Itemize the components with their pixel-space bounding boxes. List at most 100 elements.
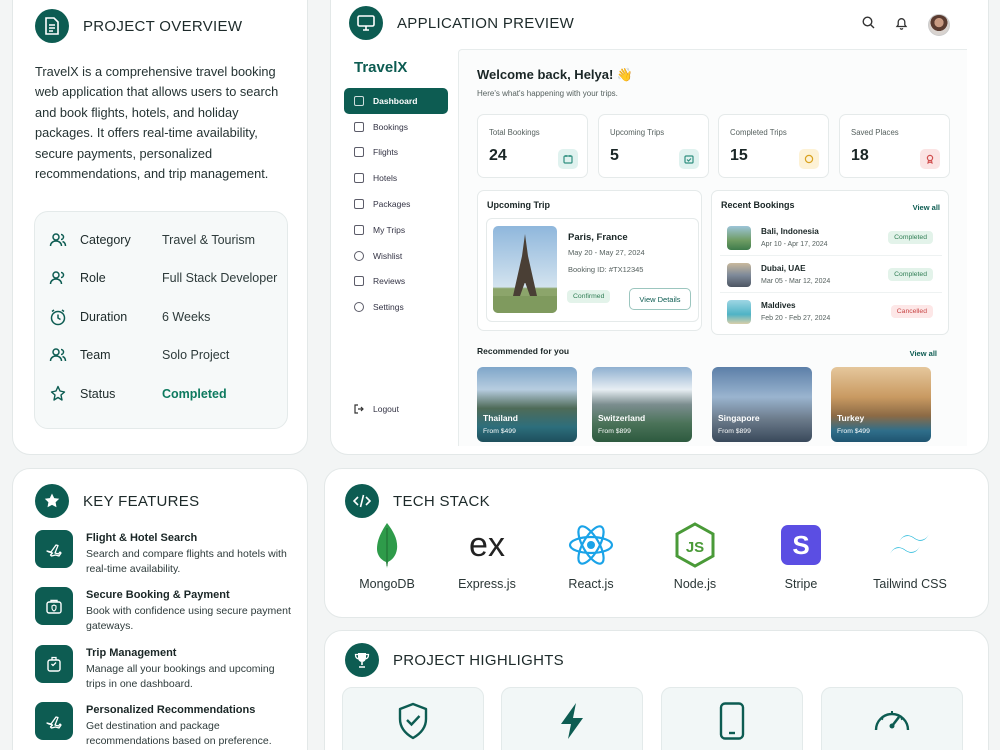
trip-dates: May 20 - May 27, 2024	[568, 248, 645, 257]
stat-saved-places[interactable]: Saved Places 18	[839, 114, 950, 178]
stat-value: 5	[610, 147, 619, 164]
recommendation-name: Singapore	[718, 413, 760, 423]
trip-city: Paris, France	[568, 232, 628, 243]
overview-header: PROJECT OVERVIEW	[35, 9, 242, 43]
welcome-heading: Welcome back, Helya! 👋	[477, 67, 634, 82]
feature-title: Personalized Recommendations	[86, 704, 256, 716]
users-icon	[48, 230, 68, 250]
monitor-icon	[349, 6, 383, 40]
tech-label: Express.js	[458, 577, 516, 591]
app-sidebar: TravelX Dashboard Bookings Flights Hotel…	[341, 49, 458, 446]
project-overview-card: PROJECT OVERVIEW TravelX is a comprehens…	[12, 0, 308, 455]
recommendation-card[interactable]: Singapore From $899	[712, 367, 812, 442]
nav-item-dashboard[interactable]: Dashboard	[344, 88, 448, 114]
info-label: Duration	[80, 310, 128, 324]
nav-item-bookings[interactable]: Bookings	[344, 114, 448, 140]
nav-label: Wishlist	[373, 250, 403, 261]
recommendation-card[interactable]: Thailand From $499	[477, 367, 577, 442]
stat-label: Total Bookings	[489, 128, 540, 137]
trip-booking-id: Booking ID: #TX12345	[568, 265, 644, 274]
tech-label: MongoDB	[359, 577, 415, 591]
nav-label: Packages	[373, 199, 411, 210]
badge-icon	[799, 149, 819, 169]
welcome-subtitle: Here's what's happening with your trips.	[477, 89, 618, 98]
stat-completed-trips[interactable]: Completed Trips 15	[718, 114, 829, 178]
nav-item-my-trips[interactable]: My Trips	[344, 217, 448, 243]
upcoming-trip-card[interactable]: Paris, France May 20 - May 27, 2024 Book…	[486, 218, 699, 322]
booking-row[interactable]: Dubai, UAE Mar 05 - Mar 12, 2024 Complet…	[720, 257, 942, 293]
plane-icon	[35, 702, 73, 740]
lightning-icon	[561, 703, 583, 739]
highlights-header: PROJECT HIGHLIGHTS	[345, 643, 564, 677]
svg-text:JS: JS	[686, 539, 704, 556]
nav-label: Hotels	[373, 173, 398, 184]
star-icon	[35, 484, 69, 518]
booking-dates: Mar 05 - Mar 12, 2024	[761, 278, 831, 285]
secure-bag-icon	[35, 587, 73, 625]
nav-label: Settings	[373, 302, 404, 313]
document-icon	[35, 9, 69, 43]
pin-icon	[920, 149, 940, 169]
gear-icon	[354, 302, 364, 313]
calendar-icon	[558, 149, 578, 169]
feature-title: Trip Management	[86, 647, 177, 659]
project-info-box: Category Travel & Tourism Role Full Stac…	[34, 211, 288, 429]
nav-label: My Trips	[373, 224, 406, 235]
project-highlights-card: PROJECT HIGHLIGHTS	[324, 630, 989, 750]
feature-description: Manage all your bookings and upcoming tr…	[86, 663, 275, 690]
nav-item-packages[interactable]: Packages	[344, 191, 448, 217]
bookings-icon	[354, 121, 364, 132]
nav-item-settings[interactable]: Settings	[344, 294, 448, 320]
nav-item-wishlist[interactable]: Wishlist	[344, 243, 448, 269]
tech-label: Stripe	[784, 577, 818, 591]
user-avatar[interactable]	[928, 14, 950, 36]
highlight-performance	[821, 687, 963, 750]
nav-item-hotels[interactable]: Hotels	[344, 165, 448, 191]
mongodb-icon	[363, 521, 411, 569]
tech-stack-card: TECH STACK MongoDB ex Express.js React.j…	[324, 468, 989, 618]
booking-status-badge: Cancelled	[890, 305, 933, 318]
booking-row[interactable]: Maldives Feb 20 - Feb 27, 2024 Cancelled	[720, 294, 942, 330]
chat-icon	[354, 276, 364, 287]
preview-header: APPLICATION PREVIEW	[349, 6, 574, 40]
nav-item-flights[interactable]: Flights	[344, 140, 448, 166]
booking-dates: Feb 20 - Feb 27, 2024	[761, 315, 831, 322]
recommendation-card[interactable]: Turkey From $499	[831, 367, 931, 442]
logout-icon	[354, 404, 364, 414]
info-value: Full Stack Developer	[162, 271, 278, 285]
nav-item-reviews[interactable]: Reviews	[344, 269, 448, 295]
status-icon	[48, 384, 68, 404]
calendar-check-icon	[679, 149, 699, 169]
recent-view-all-link[interactable]: View all	[913, 203, 940, 212]
nav-label: Bookings	[373, 121, 408, 132]
app-mockup: TravelX Dashboard Bookings Flights Hotel…	[341, 49, 967, 446]
search-icon[interactable]	[862, 16, 875, 34]
package-icon	[354, 199, 364, 210]
preview-toolbar	[862, 14, 950, 36]
info-label: Role	[80, 271, 106, 285]
bell-icon[interactable]	[895, 16, 908, 35]
dubai-image	[727, 263, 751, 287]
upcoming-trip-panel: Upcoming Trip Paris, France May 20 - May…	[477, 190, 702, 331]
recommended-view-all-link[interactable]: View all	[910, 349, 937, 358]
stat-label: Upcoming Trips	[610, 128, 665, 137]
app-brand: TravelX	[354, 59, 408, 76]
heart-icon	[354, 250, 364, 261]
stat-upcoming-trips[interactable]: Upcoming Trips 5	[598, 114, 709, 178]
tech-title: TECH STACK	[393, 492, 490, 510]
feature-description: Get destination and package recommendati…	[86, 720, 272, 747]
recommendation-card[interactable]: Switzerland From $899	[592, 367, 692, 442]
stripe-icon: S	[777, 521, 825, 569]
feature-title: Flight & Hotel Search	[86, 532, 198, 544]
logout-button[interactable]: Logout	[354, 404, 399, 414]
booking-row[interactable]: Bali, Indonesia Apr 10 - Apr 17, 2024 Co…	[720, 220, 942, 256]
view-details-button[interactable]: View Details	[629, 288, 691, 310]
react-icon	[567, 521, 615, 569]
paris-image	[493, 226, 557, 313]
recent-bookings-panel: Recent Bookings View all Bali, Indonesia…	[711, 190, 949, 335]
recent-bookings-title: Recent Bookings	[721, 200, 795, 210]
trips-icon	[354, 224, 364, 235]
stat-total-bookings[interactable]: Total Bookings 24	[477, 114, 588, 178]
stat-value: 24	[489, 147, 507, 164]
mobile-icon	[719, 702, 745, 740]
